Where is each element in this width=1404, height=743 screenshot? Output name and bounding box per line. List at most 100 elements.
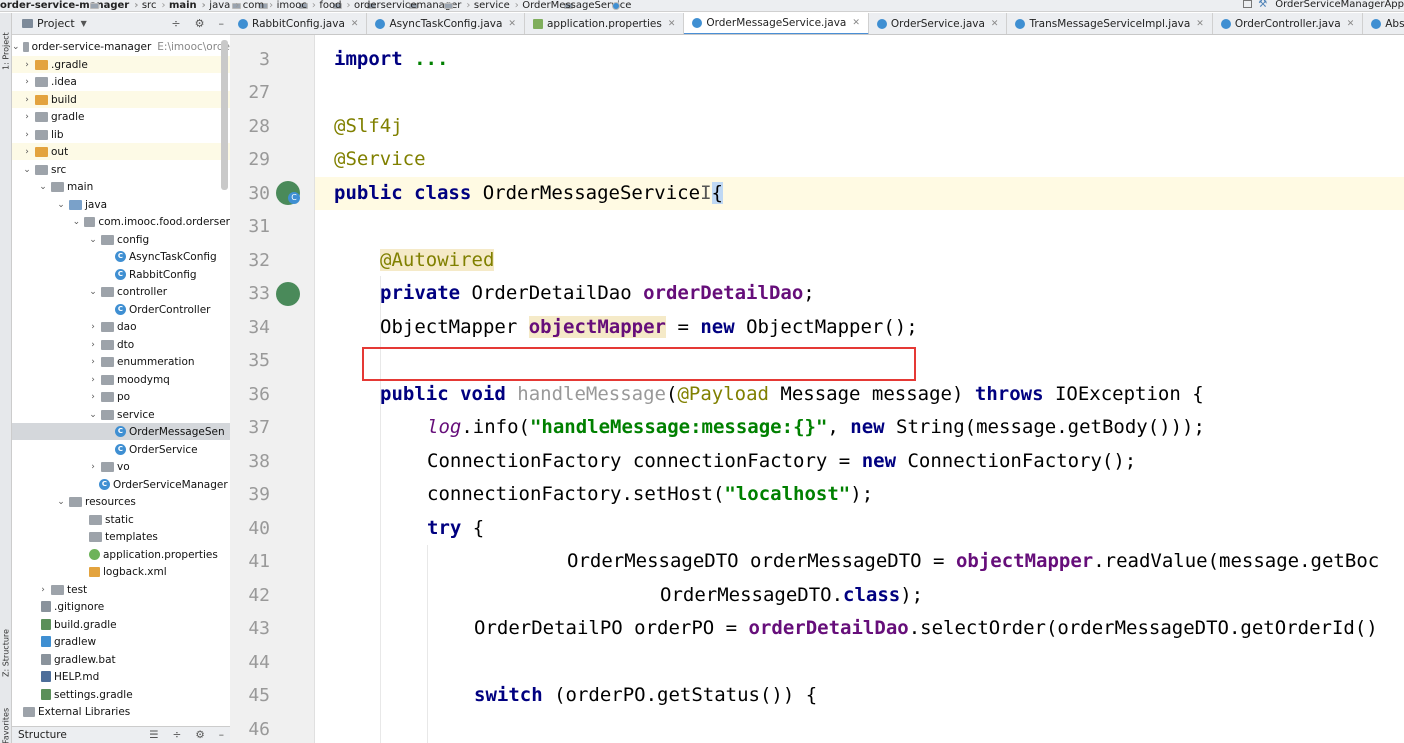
close-icon[interactable]: ✕ [991,19,999,29]
chevron-right-icon[interactable]: › [88,462,98,472]
tree-item[interactable]: ⌄ com.imooc.food.orderser [12,213,230,230]
close-icon[interactable]: ✕ [1347,19,1355,29]
chevron-down-icon[interactable]: ▼ [81,19,87,28]
chevron-right-icon[interactable]: › [88,340,98,350]
tab-async-task-config[interactable]: AsyncTaskConfig.java ✕ [367,13,525,34]
tree-item[interactable]: › moodymq [12,371,230,388]
tree-item[interactable]: C OrderMessageSen [12,423,230,440]
tree-item[interactable]: External Libraries [12,703,230,720]
structure-tool-tab[interactable]: Z: Structure [0,623,12,683]
tree-item[interactable]: › po [12,388,230,405]
breadcrumb-item[interactable]: src › [142,0,241,11]
code-editor[interactable]: import ... @Slf4j @Service public class … [315,35,1404,743]
chevron-right-icon[interactable]: › [22,112,32,122]
tree-item[interactable]: gradlew.bat [12,651,230,668]
chevron-down-icon[interactable]: ⌄ [56,200,66,210]
hide-icon[interactable]: – [219,729,224,741]
tree-item[interactable]: › dto [12,336,230,353]
favorites-tool-tab[interactable]: Favorites [0,703,12,743]
tree-item[interactable]: ⌄ java [12,196,230,213]
tree-item[interactable]: application.properties [12,546,230,563]
gear-icon[interactable]: ⚙ [195,17,205,30]
breadcrumb-item[interactable]: java › [209,0,309,11]
tree-item[interactable]: .gitignore [12,598,230,615]
tab-order-service[interactable]: OrderService.java ✕ [869,13,1008,34]
breadcrumb-item[interactable]: OrderMessageService [522,0,631,11]
tab-order-message-service[interactable]: OrderMessageService.java ✕ [684,13,869,34]
tree-item[interactable]: › .idea [12,73,230,90]
chevron-right-icon[interactable]: › [88,375,98,385]
tree-item[interactable]: gradlew [12,633,230,650]
breadcrumb-item[interactable]: main › [169,0,268,11]
tree-item[interactable]: C RabbitConfig [12,266,230,283]
tree-item[interactable]: › build [12,91,230,108]
tree-item[interactable]: › .gradle [12,56,230,73]
hide-icon[interactable]: – [219,17,225,30]
tab-trans-message-service-impl[interactable]: TransMessageServiceImpl.java ✕ [1007,13,1213,34]
project-view-selector[interactable]: Project [37,17,75,30]
tree-item[interactable]: C OrderServiceManager [12,476,230,493]
chevron-down-icon[interactable]: ⌄ [38,182,48,192]
tree-item[interactable]: ⌄ src [12,161,230,178]
chevron-right-icon[interactable]: › [22,60,32,70]
chevron-down-icon[interactable]: ⌄ [12,42,20,52]
close-icon[interactable]: ✕ [508,19,516,29]
chevron-right-icon[interactable]: › [22,130,32,140]
tree-item[interactable]: logback.xml [12,563,230,580]
close-icon[interactable]: ✕ [351,19,359,29]
run-configuration[interactable]: ⚒ OrderServiceManagerApp [1243,0,1404,10]
close-icon[interactable]: ✕ [1196,19,1204,29]
spring-bean-icon[interactable]: C [276,181,300,205]
build-hammer-icon[interactable]: ⚒ [1258,0,1267,10]
chevron-down-icon[interactable]: ⌄ [88,287,98,297]
project-tool-tab[interactable]: 1: Project [0,23,12,79]
tree-item[interactable]: › enummeration [12,353,230,370]
tree-item[interactable]: ⌄ resources [12,493,230,510]
tree-item[interactable]: ⌄ service [12,406,230,423]
tree-item[interactable]: › gradle [12,108,230,125]
chevron-down-icon[interactable]: ⌄ [56,497,66,507]
tree-item[interactable]: HELP.md [12,668,230,685]
tree-item[interactable]: ⌄ order-service-manager E:\imooc\orde [12,38,230,55]
breadcrumb-item[interactable]: food › [319,0,419,11]
chevron-right-icon[interactable]: › [88,357,98,367]
collapse-icon[interactable]: ÷ [173,729,182,741]
chevron-right-icon[interactable]: › [22,95,32,105]
breadcrumb-item[interactable]: com › [243,0,342,11]
gear-icon[interactable]: ⚙ [195,729,204,741]
tree-item[interactable]: C OrderController [12,301,230,318]
breadcrumb-item[interactable]: orderservicemanager › [354,0,470,11]
tree-item[interactable]: › out [12,143,230,160]
chevron-right-icon[interactable]: › [22,147,32,157]
close-icon[interactable]: ✕ [852,18,860,28]
chevron-right-icon[interactable]: › [88,392,98,402]
tree-item[interactable]: ⌄ main [12,178,230,195]
autowired-navigate-icon[interactable] [276,282,300,306]
structure-title[interactable]: Structure [18,729,67,741]
tree-item[interactable]: › lib [12,126,230,143]
collapse-icon[interactable]: ÷ [171,17,180,30]
chevron-right-icon[interactable]: › [22,77,32,87]
sort-icon[interactable]: ☰ [149,729,158,741]
tree-item[interactable]: templates [12,528,230,545]
tree-item[interactable]: ⌄ config [12,231,230,248]
tab-abstract-message-listener[interactable]: AbstractMessageListen [1363,13,1404,34]
tree-item[interactable]: C OrderService [12,441,230,458]
breadcrumb-item[interactable]: service › [474,0,573,11]
tree-item[interactable]: static [12,511,230,528]
tree-item[interactable]: › test [12,581,230,598]
tab-rabbit-config[interactable]: RabbitConfig.java ✕ [230,13,368,34]
close-icon[interactable]: ✕ [668,19,676,29]
chevron-down-icon[interactable]: ⌄ [88,235,98,245]
tree-item[interactable]: › vo [12,458,230,475]
chevron-down-icon[interactable]: ⌄ [22,165,32,175]
chevron-down-icon[interactable]: ⌄ [88,410,98,420]
tree-item[interactable]: settings.gradle [12,686,230,703]
chevron-down-icon[interactable]: ⌄ [72,217,81,227]
tree-item[interactable]: build.gradle [12,616,230,633]
tree-item[interactable]: C AsyncTaskConfig [12,248,230,265]
tab-application-properties[interactable]: application.properties ✕ [525,13,685,34]
tree-item[interactable]: › dao [12,318,230,335]
tab-order-controller[interactable]: OrderController.java ✕ [1213,13,1364,34]
breadcrumb-item[interactable]: imooc › [277,0,376,11]
